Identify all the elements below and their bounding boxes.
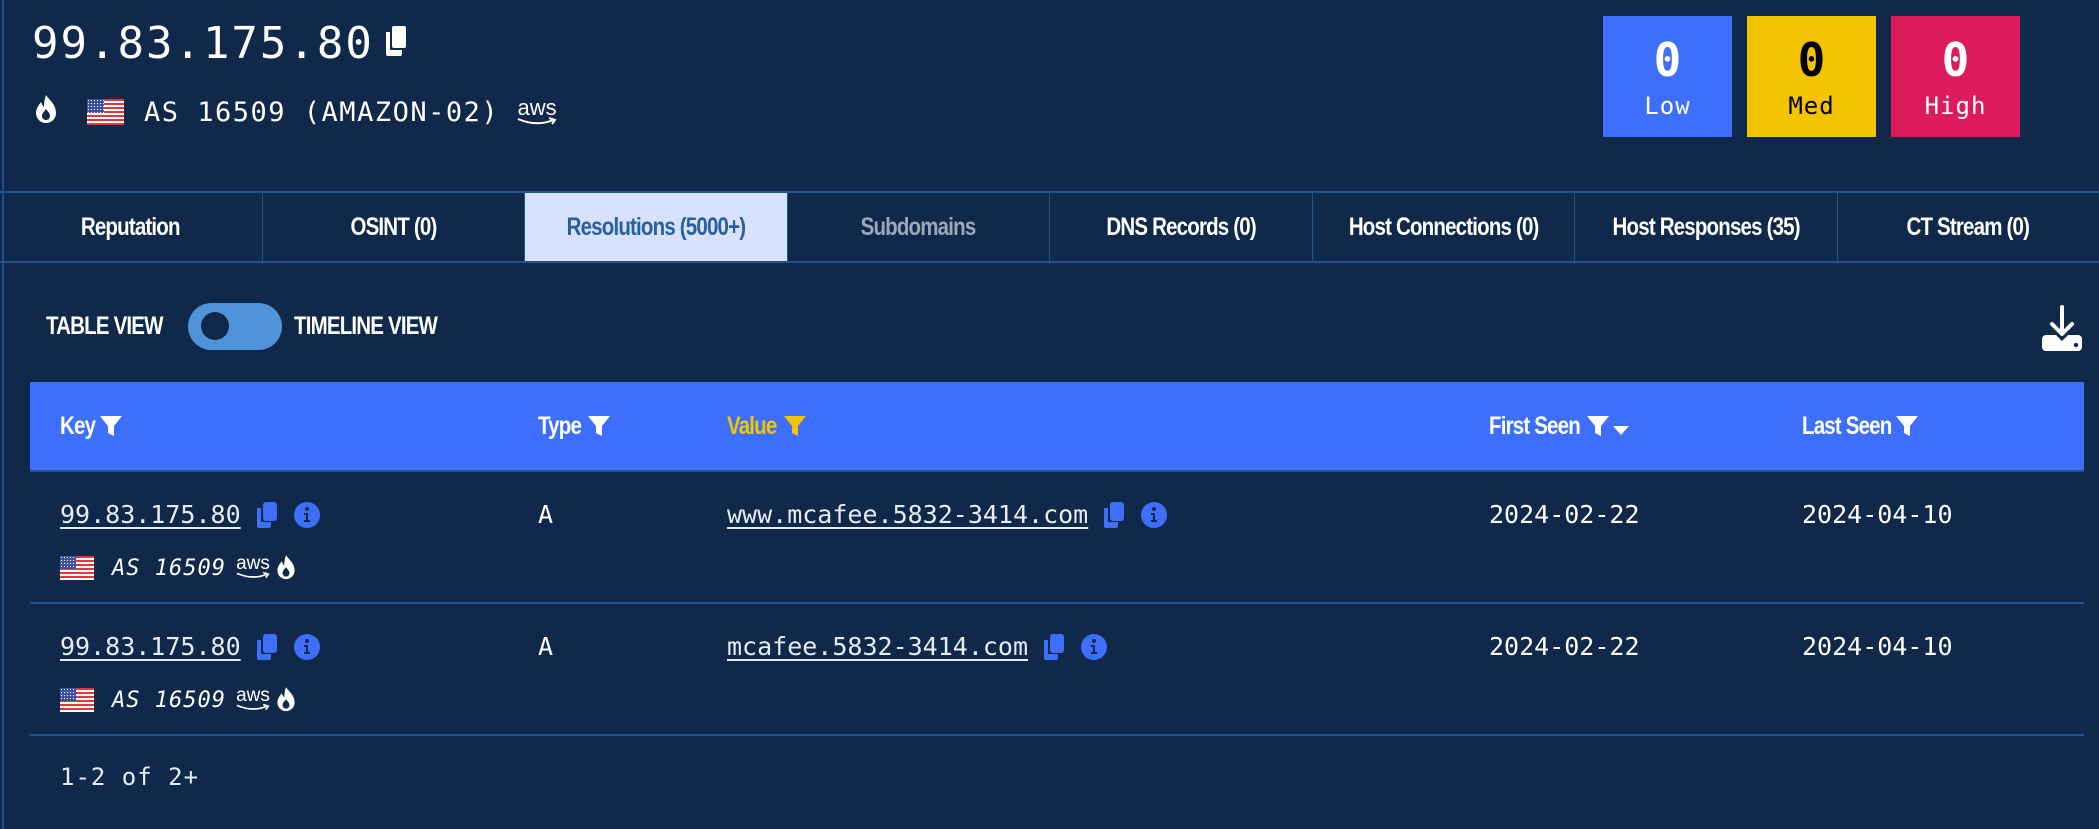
ip-title: 99.83.175.80	[32, 18, 408, 69]
column-label: First Seen	[1489, 411, 1581, 440]
tab-resolutions[interactable]: Resolutions (5000+)	[525, 193, 788, 261]
column-header-key[interactable]: Key	[60, 382, 123, 470]
value-cell: mcafee.5832-3414.com	[727, 632, 1108, 661]
info-icon[interactable]	[1080, 633, 1108, 661]
severity-med-badge[interactable]: 0 Med	[1747, 16, 1876, 137]
last-seen-cell: 2024-04-10	[1802, 500, 1953, 529]
view-toggle-row: TABLE VIEW TIMELINE VIEW	[46, 302, 469, 350]
toggle-knob	[201, 311, 230, 340]
copy-icon[interactable]	[255, 633, 279, 661]
info-icon[interactable]	[293, 501, 321, 529]
info-icon[interactable]	[1140, 501, 1168, 529]
copy-icon[interactable]	[1102, 501, 1126, 529]
fire-icon	[32, 94, 60, 131]
severity-high-count: 0	[1941, 32, 1970, 87]
tab-label: OSINT (0)	[350, 212, 437, 241]
info-icon[interactable]	[293, 633, 321, 661]
page-left-border	[2, 0, 4, 829]
aws-logo-text: aws	[236, 553, 270, 574]
download-icon[interactable]	[2040, 305, 2084, 355]
us-flag-icon	[60, 556, 94, 580]
copy-icon[interactable]	[1042, 633, 1066, 661]
filter-icon[interactable]	[1586, 414, 1610, 438]
tab-osint[interactable]: OSINT (0)	[263, 193, 525, 261]
key-meta: AS 16509 aws	[60, 680, 298, 720]
tab-dns-records[interactable]: DNS Records (0)	[1050, 193, 1313, 261]
tab-label: Subdomains	[860, 212, 977, 241]
key-cell: 99.83.175.80	[60, 500, 321, 529]
aws-logo-text: aws	[236, 685, 270, 706]
column-label: Value	[727, 411, 777, 440]
tab-label: Host Responses (35)	[1612, 212, 1800, 241]
severity-med-label: Med	[1788, 91, 1835, 120]
aws-logo-text: aws	[517, 94, 557, 120]
ip-meta-row: AS 16509 (AMAZON-02) aws	[32, 92, 557, 132]
key-link[interactable]: 99.83.175.80	[60, 500, 241, 529]
tab-label: Host Connections (0)	[1348, 212, 1539, 241]
asn-label: AS 16509	[112, 687, 226, 713]
tab-host-responses[interactable]: Host Responses (35)	[1575, 193, 1838, 261]
column-header-type[interactable]: Type	[538, 382, 611, 470]
fire-icon	[274, 554, 298, 588]
value-link[interactable]: www.mcafee.5832-3414.com	[727, 500, 1088, 529]
filter-active-icon[interactable]	[783, 414, 807, 438]
tab-bar: Reputation OSINT (0) Resolutions (5000+)…	[0, 191, 2099, 263]
fire-icon	[274, 686, 298, 720]
first-seen-cell: 2024-02-22	[1489, 632, 1640, 661]
asn-label: AS 16509 (AMAZON-02)	[144, 96, 500, 128]
key-link[interactable]: 99.83.175.80	[60, 632, 241, 661]
filter-icon[interactable]	[1895, 414, 1919, 438]
type-cell: A	[538, 500, 554, 529]
view-toggle-switch[interactable]	[188, 302, 283, 350]
filter-icon[interactable]	[587, 414, 611, 438]
column-label: Key	[60, 411, 96, 440]
tab-label: Reputation	[81, 212, 181, 241]
severity-med-count: 0	[1797, 32, 1826, 87]
aws-logo-icon: aws	[517, 94, 557, 126]
type-cell: A	[538, 632, 554, 661]
us-flag-icon	[87, 99, 124, 125]
resolutions-table: Key Type Value First Seen Last Seen 99.8…	[30, 382, 2084, 736]
timeline-view-label[interactable]: TIMELINE VIEW	[294, 312, 438, 341]
key-cell: 99.83.175.80	[60, 632, 321, 661]
last-seen-cell: 2024-04-10	[1802, 632, 1953, 661]
ip-title-text: 99.83.175.80	[32, 18, 374, 69]
aws-logo-icon: aws	[236, 685, 270, 712]
first-seen-cell: 2024-02-22	[1489, 500, 1640, 529]
column-label: Type	[538, 411, 582, 440]
key-meta: AS 16509 aws	[60, 548, 298, 588]
tab-label: Resolutions (5000+)	[566, 212, 746, 241]
table-row: 99.83.175.80 AS 16509 aws A mcafee.5832-…	[30, 604, 2084, 736]
tab-ct-stream[interactable]: CT Stream (0)	[1838, 193, 2099, 261]
value-cell: www.mcafee.5832-3414.com	[727, 500, 1168, 529]
tab-label: DNS Records (0)	[1106, 212, 1256, 241]
column-header-first-seen[interactable]: First Seen	[1489, 382, 1629, 470]
copy-icon[interactable]	[255, 501, 279, 529]
column-label: Last Seen	[1802, 411, 1892, 440]
asn-label: AS 16509	[112, 555, 226, 581]
column-header-last-seen[interactable]: Last Seen	[1802, 382, 1919, 470]
tab-label: CT Stream (0)	[1906, 212, 2030, 241]
table-view-label[interactable]: TABLE VIEW	[46, 312, 164, 341]
aws-logo-icon: aws	[236, 553, 270, 580]
tab-subdomains[interactable]: Subdomains	[788, 193, 1050, 261]
pagination-status: 1-2 of 2+	[60, 763, 200, 791]
column-header-value[interactable]: Value	[727, 382, 807, 470]
tab-reputation[interactable]: Reputation	[0, 193, 263, 261]
severity-low-badge[interactable]: 0 Low	[1603, 16, 1732, 137]
severity-low-count: 0	[1653, 32, 1682, 87]
table-header: Key Type Value First Seen Last Seen	[30, 382, 2084, 472]
value-link[interactable]: mcafee.5832-3414.com	[727, 632, 1028, 661]
tab-host-connections[interactable]: Host Connections (0)	[1313, 193, 1575, 261]
table-row: 99.83.175.80 AS 16509 aws A www.mcafee.5…	[30, 472, 2084, 604]
copy-icon[interactable]	[382, 18, 408, 69]
filter-icon[interactable]	[99, 414, 123, 438]
severity-high-badge[interactable]: 0 High	[1891, 16, 2020, 137]
us-flag-icon	[60, 688, 94, 712]
severity-low-label: Low	[1644, 91, 1691, 120]
severity-high-label: High	[1924, 91, 1987, 120]
sort-desc-icon[interactable]	[1612, 426, 1629, 436]
